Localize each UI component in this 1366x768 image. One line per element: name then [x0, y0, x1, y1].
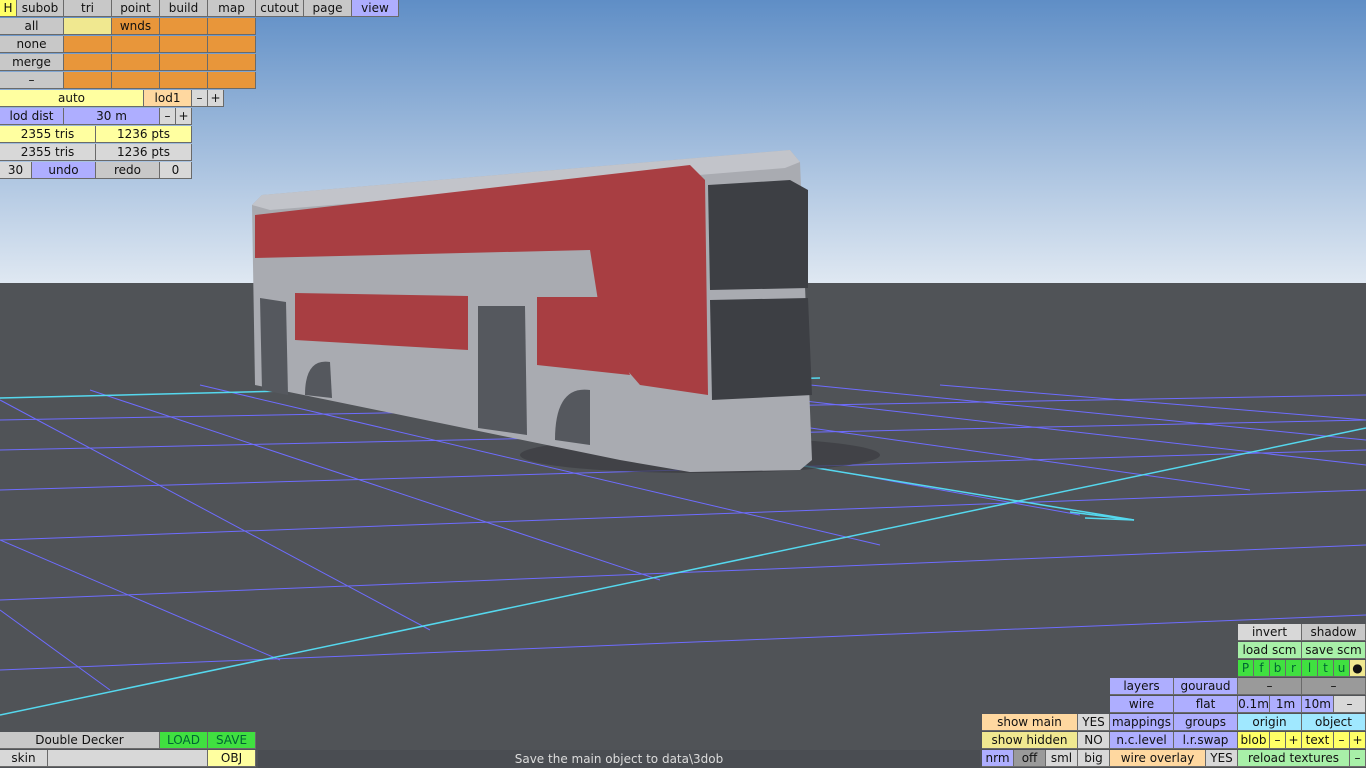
flat-button[interactable]: flat	[1174, 696, 1238, 713]
select-all-button[interactable]: all	[0, 18, 64, 35]
subobject-slot[interactable]	[208, 54, 256, 71]
wire-button[interactable]: wire	[1110, 696, 1174, 713]
skin-label: skin	[0, 750, 48, 767]
lod-dist-value[interactable]: 30 m	[64, 108, 160, 125]
status-bar: Save the main object to data\3dob	[258, 750, 980, 768]
flag-l[interactable]: l	[1302, 660, 1318, 677]
lod-auto-button[interactable]: auto	[0, 90, 144, 107]
subobject-slot[interactable]	[160, 36, 208, 53]
subobject-slot[interactable]	[64, 36, 112, 53]
lod-dist-plus-button[interactable]: +	[176, 108, 192, 125]
layers-button[interactable]: layers	[1110, 678, 1174, 695]
redo-count: 0	[160, 162, 192, 179]
skin-field[interactable]	[48, 750, 208, 767]
flag-p[interactable]: P	[1238, 660, 1254, 677]
blob-button[interactable]: blob	[1238, 732, 1270, 749]
tab-page[interactable]: page	[304, 0, 352, 17]
normals-sml-button[interactable]: sml	[1046, 750, 1078, 767]
groups-button[interactable]: groups	[1174, 714, 1238, 731]
wire-overlay-button[interactable]: wire overlay	[1110, 750, 1206, 767]
shadow-button[interactable]: shadow	[1302, 624, 1366, 641]
lr-swap-button[interactable]: l.r.swap	[1174, 732, 1238, 749]
redo-button[interactable]: redo	[96, 162, 160, 179]
tab-map[interactable]: map	[208, 0, 256, 17]
tab-subob[interactable]: subob	[17, 0, 64, 17]
flag-f[interactable]: f	[1254, 660, 1270, 677]
object-name-field[interactable]: Double Decker	[0, 732, 160, 749]
mappings-button[interactable]: mappings	[1110, 714, 1174, 731]
tab-build[interactable]: build	[160, 0, 208, 17]
point-count-total: 1236 pts	[96, 144, 192, 161]
select-none-button[interactable]: none	[0, 36, 64, 53]
dash-button[interactable]: –	[1238, 678, 1302, 695]
minus-button[interactable]: –	[0, 72, 64, 89]
tri-count-total: 2355 tris	[0, 144, 96, 161]
subobject-slot[interactable]	[112, 54, 160, 71]
save-button[interactable]: SAVE	[208, 732, 256, 749]
flag-dot[interactable]: ●	[1350, 660, 1366, 677]
wire-overlay-yes[interactable]: YES	[1206, 750, 1238, 767]
subobject-slot[interactable]	[112, 36, 160, 53]
blob-plus-button[interactable]: +	[1286, 732, 1302, 749]
subobject-slot[interactable]	[64, 72, 112, 89]
dash-button[interactable]: –	[1302, 678, 1366, 695]
normals-nrm-button[interactable]: nrm	[982, 750, 1014, 767]
subobject-slot[interactable]	[208, 18, 256, 35]
subobject-slot[interactable]	[64, 18, 112, 35]
text-plus-button[interactable]: +	[1350, 732, 1366, 749]
3d-viewport[interactable]	[0, 0, 1366, 768]
show-main-yes[interactable]: YES	[1078, 714, 1110, 731]
lod-dist-label: lod dist	[0, 108, 64, 125]
step-10m-button[interactable]: 10m	[1302, 696, 1334, 713]
tab-point[interactable]: point	[112, 0, 160, 17]
merge-button[interactable]: merge	[0, 54, 64, 71]
subobject-slot[interactable]	[64, 54, 112, 71]
lod-plus-button[interactable]: +	[208, 90, 224, 107]
normals-big-button[interactable]: big	[1078, 750, 1110, 767]
subobject-slot[interactable]	[208, 72, 256, 89]
tri-count: 2355 tris	[0, 126, 96, 143]
object-button[interactable]: object	[1302, 714, 1366, 731]
lod-dist-minus-button[interactable]: –	[160, 108, 176, 125]
flag-r[interactable]: r	[1286, 660, 1302, 677]
text-minus-button[interactable]: –	[1334, 732, 1350, 749]
subobject-slot-wnds[interactable]: wnds	[112, 18, 160, 35]
load-scm-button[interactable]: load scm	[1238, 642, 1302, 659]
origin-button[interactable]: origin	[1238, 714, 1302, 731]
tab-cutout[interactable]: cutout	[256, 0, 304, 17]
tab-view[interactable]: view	[352, 0, 399, 17]
show-hidden-no[interactable]: NO	[1078, 732, 1110, 749]
flag-u[interactable]: u	[1334, 660, 1350, 677]
blob-minus-button[interactable]: –	[1270, 732, 1286, 749]
step-1m-button[interactable]: 1m	[1270, 696, 1302, 713]
reload-minus-button[interactable]: –	[1350, 750, 1366, 767]
show-hidden-button[interactable]: show hidden	[982, 732, 1078, 749]
subobject-slot[interactable]	[160, 72, 208, 89]
show-main-button[interactable]: show main	[982, 714, 1078, 731]
step-minus-button[interactable]: –	[1334, 696, 1366, 713]
subobject-slot[interactable]	[160, 18, 208, 35]
tab-tri[interactable]: tri	[64, 0, 112, 17]
lod-level[interactable]: lod1	[144, 90, 192, 107]
subobject-slot[interactable]	[112, 72, 160, 89]
save-scm-button[interactable]: save scm	[1302, 642, 1366, 659]
reload-textures-button[interactable]: reload textures	[1238, 750, 1350, 767]
undo-button[interactable]: undo	[32, 162, 96, 179]
text-button[interactable]: text	[1302, 732, 1334, 749]
step-01m-button[interactable]: 0.1m	[1238, 696, 1270, 713]
point-count: 1236 pts	[96, 126, 192, 143]
obj-button[interactable]: OBJ	[208, 750, 256, 767]
flag-b[interactable]: b	[1270, 660, 1286, 677]
normals-off-button[interactable]: off	[1014, 750, 1046, 767]
flag-t[interactable]: t	[1318, 660, 1334, 677]
invert-button[interactable]: invert	[1238, 624, 1302, 641]
undo-count: 30	[0, 162, 32, 179]
tab-h[interactable]: H	[0, 0, 17, 17]
load-button[interactable]: LOAD	[160, 732, 208, 749]
nc-level-button[interactable]: n.c.level	[1110, 732, 1174, 749]
subobject-slot[interactable]	[160, 54, 208, 71]
subobject-slot[interactable]	[208, 36, 256, 53]
lod-minus-button[interactable]: –	[192, 90, 208, 107]
gouraud-button[interactable]: gouraud	[1174, 678, 1238, 695]
